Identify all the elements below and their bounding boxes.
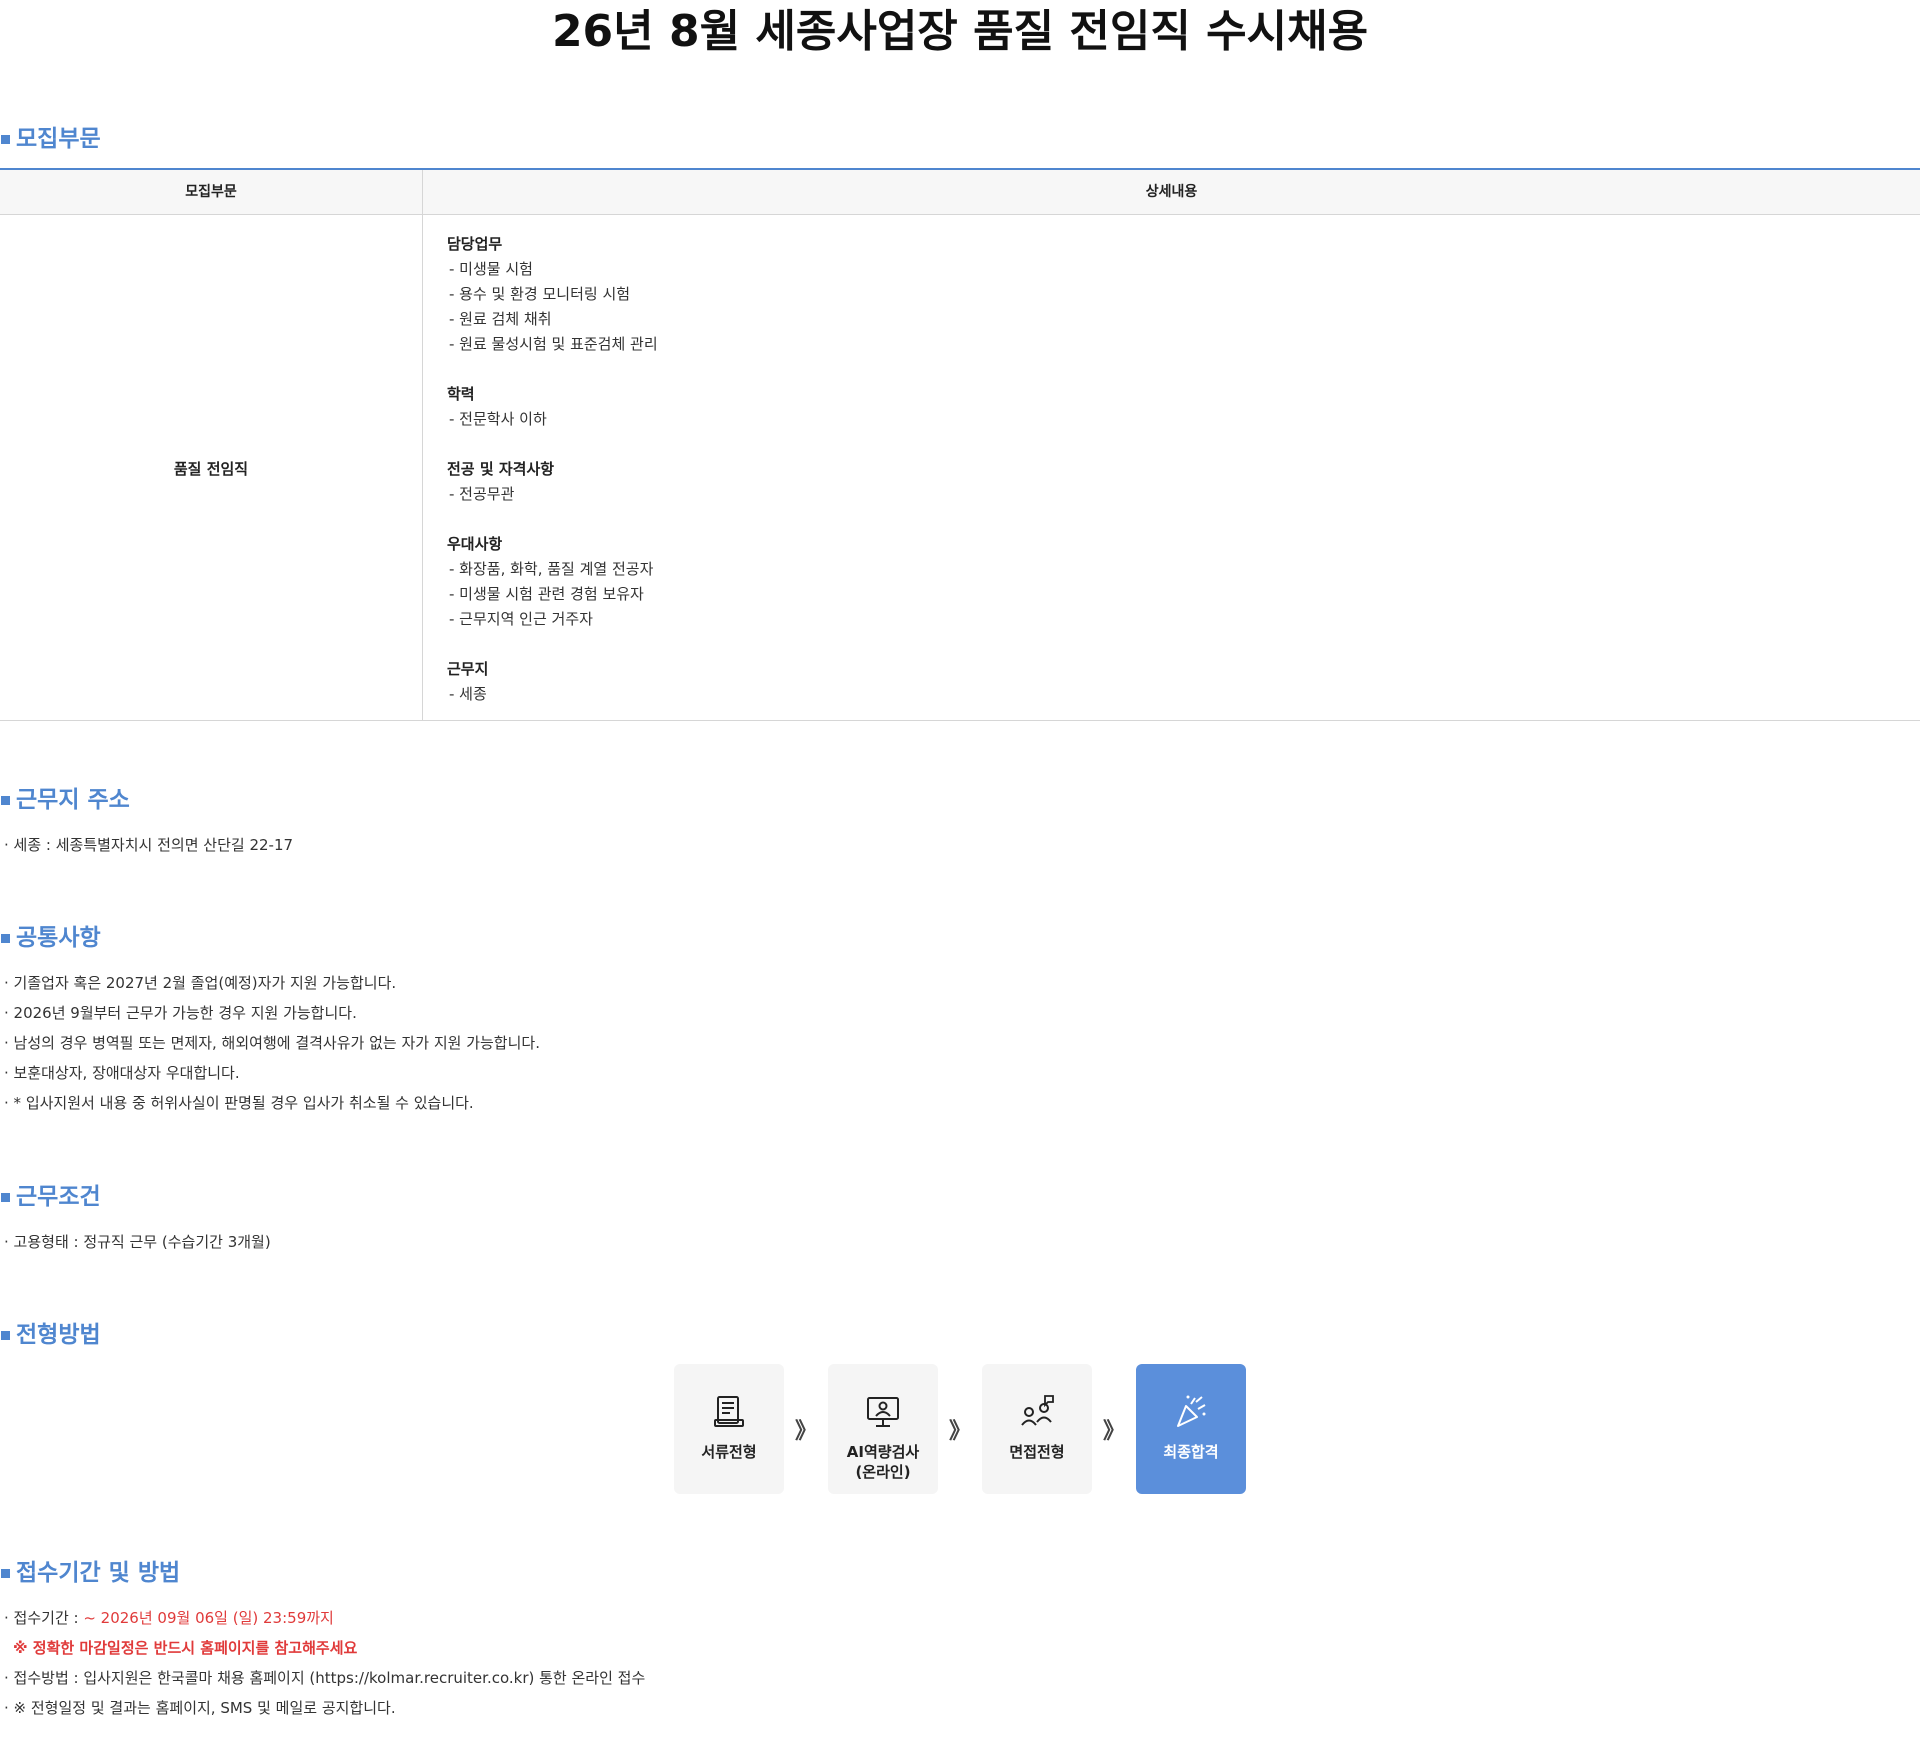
section-heading-label: 전형방법 [16, 1322, 101, 1348]
recruit-table: 모집부문 상세내용 품질 전임직 담당업무 - 미생물 시험 - 용수 및 환경… [0, 168, 1920, 721]
detail-group-title: 우대사항 [447, 535, 503, 553]
apply-period-value: ~ 2026년 09월 06일 (일) 23:59까지 [83, 1609, 334, 1627]
table-header-row: 모집부문 상세내용 [0, 170, 1920, 215]
department-cell: 품질 전임직 [173, 459, 249, 478]
square-bullet-icon [1, 933, 10, 943]
list-item: 보훈대상자, 장애대상자 우대합니다. [4, 1058, 540, 1088]
section-heading-label: 근무지 주소 [16, 787, 130, 813]
section-heading-process: 전형방법 [0, 1320, 101, 1350]
section-heading-label: 근무조건 [16, 1184, 101, 1210]
detail-group-major: 전공 및 자격사항 - 전공무관 [447, 457, 1887, 507]
process-flow: 서류전형 》 AI역량검사 (온라인) 》 면접전형 》 최종합격 [674, 1364, 1246, 1494]
conditions-list: 고용형태 : 정규직 근무 (수습기간 3개월) [4, 1227, 271, 1257]
list-item: 남성의 경우 병역필 또는 면제자, 해외여행에 결격사유가 없는 자가 지원 … [4, 1028, 540, 1058]
page-title: 26년 8월 세종사업장 품질 전임직 수시채용 [551, 6, 1369, 57]
apply-period-label: 접수기간 : [13, 1609, 84, 1627]
section-heading-conditions: 근무조건 [0, 1182, 101, 1212]
detail-item: - 용수 및 환경 모니터링 시험 [449, 285, 631, 303]
section-heading-label: 공통사항 [16, 925, 101, 951]
detail-group-title: 근무지 [447, 660, 489, 678]
square-bullet-icon [1, 1192, 10, 1202]
list-item: 기졸업자 혹은 2027년 2월 졸업(예정)자가 지원 가능합니다. [4, 968, 540, 998]
process-arrow: 》 [948, 1419, 971, 1444]
detail-group-duty: 담당업무 - 미생물 시험 - 용수 및 환경 모니터링 시험 - 원료 검체 … [447, 232, 1887, 357]
process-step-label: 면접전형 [1009, 1443, 1065, 1461]
detail-item: - 원료 물성시험 및 표준검체 관리 [449, 335, 658, 353]
list-item: 2026년 9월부터 근무가 가능한 경우 지원 가능합니다. [4, 998, 540, 1028]
detail-group-title: 담당업무 [447, 235, 503, 253]
process-step-label: AI역량검사 [846, 1443, 920, 1461]
address-list: 세종 : 세종특별자치시 전의면 산단길 22-17 [4, 830, 293, 860]
detail-group-preference: 우대사항 - 화장품, 화학, 품질 계열 전공자 - 미생물 시험 관련 경험… [447, 532, 1887, 632]
detail-group-title: 학력 [447, 385, 475, 403]
process-step-document: 서류전형 [674, 1364, 784, 1494]
detail-item: - 전문학사 이하 [449, 410, 547, 428]
detail-group-education: 학력 - 전문학사 이하 [447, 382, 1887, 432]
detail-group-location: 근무지 - 세종 [447, 657, 1887, 707]
apply-list: 접수기간 : ~ 2026년 09월 06일 (일) 23:59까지 ※ 정확한… [4, 1603, 645, 1723]
table-header-department: 모집부문 [185, 184, 237, 200]
detail-item: - 원료 검체 채취 [449, 310, 552, 328]
apply-period: 접수기간 : ~ 2026년 09월 06일 (일) 23:59까지 [4, 1603, 645, 1633]
table-column-divider [422, 170, 423, 721]
section-heading-label: 접수기간 및 방법 [16, 1560, 181, 1586]
process-arrow: 》 [1102, 1419, 1125, 1444]
table-header-detail: 상세내용 [1145, 184, 1198, 200]
detail-group-title: 전공 및 자격사항 [447, 460, 555, 478]
list-item: 고용형태 : 정규직 근무 (수습기간 3개월) [4, 1227, 271, 1257]
list-item: 세종 : 세종특별자치시 전의면 산단길 22-17 [4, 830, 293, 860]
section-heading-common: 공통사항 [0, 923, 101, 953]
detail-item: - 전공무관 [449, 485, 515, 503]
detail-cell: 담당업무 - 미생물 시험 - 용수 및 환경 모니터링 시험 - 원료 검체 … [447, 232, 1887, 707]
detail-item: - 미생물 시험 관련 경험 보유자 [449, 585, 644, 603]
detail-item: - 세종 [449, 685, 487, 703]
detail-item: - 근무지역 인근 거주자 [449, 610, 593, 628]
square-bullet-icon [1, 1330, 10, 1340]
interview-icon [1021, 1395, 1054, 1426]
square-bullet-icon [1, 795, 10, 805]
party-popper-icon [1177, 1395, 1206, 1427]
common-list: 기졸업자 혹은 2027년 2월 졸업(예정)자가 지원 가능합니다. 2026… [4, 968, 540, 1118]
detail-item: - 화장품, 화학, 품질 계열 전공자 [449, 560, 654, 578]
deadline-note: ※ 정확한 마감일정은 반드시 홈페이지를 참고해주세요 [13, 1639, 358, 1657]
process-step-label: 서류전형 [701, 1443, 757, 1461]
monitor-person-icon [867, 1397, 899, 1427]
document-icon [714, 1396, 744, 1427]
apply-method: 접수방법 : 입사지원은 한국콜마 채용 홈페이지 (https://kolma… [4, 1663, 646, 1693]
section-heading-apply: 접수기간 및 방법 [0, 1558, 180, 1588]
process-step-ai-test: AI역량검사 (온라인) [828, 1364, 938, 1494]
process-step-interview: 면접전형 [982, 1364, 1092, 1494]
list-item: * 입사지원서 내용 중 허위사실이 판명될 경우 입사가 취소될 수 있습니다… [4, 1088, 540, 1118]
square-bullet-icon [1, 134, 10, 144]
apply-notice: ※ 전형일정 및 결과는 홈페이지, SMS 및 메일로 공지합니다. [4, 1693, 645, 1723]
process-arrow: 》 [794, 1419, 817, 1444]
detail-item: - 미생물 시험 [449, 260, 533, 278]
square-bullet-icon [1, 1568, 10, 1578]
section-heading-label: 모집부문 [16, 126, 101, 152]
section-heading-recruit: 모집부문 [0, 124, 101, 154]
process-step-sublabel: (온라인) [855, 1463, 911, 1481]
process-step-label: 최종합격 [1163, 1443, 1219, 1461]
process-step-final: 최종합격 [1136, 1364, 1246, 1494]
section-heading-address: 근무지 주소 [0, 785, 130, 815]
